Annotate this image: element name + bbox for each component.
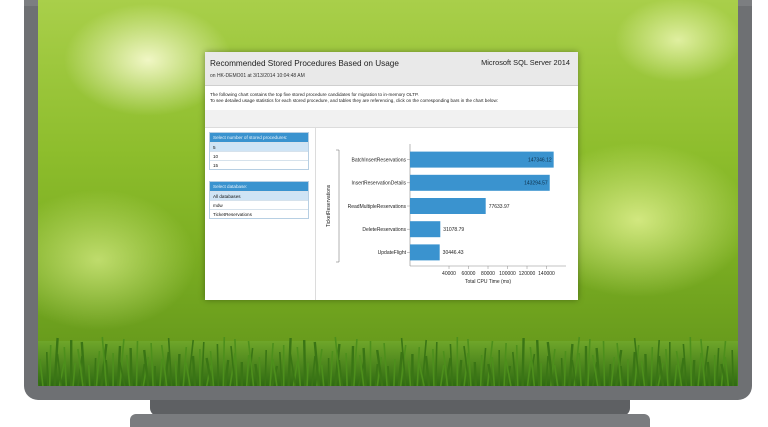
- description-line-2: To see detailed usage statistics for eac…: [210, 98, 499, 103]
- x-tick-label: 40000: [442, 271, 456, 277]
- proc-count-option-10[interactable]: 10: [210, 151, 308, 160]
- report-header: Recommended Stored Procedures Based on U…: [205, 52, 578, 86]
- bar-deletereservations[interactable]: [410, 221, 441, 238]
- proc-count-header: Select number of stored procedures:: [210, 133, 308, 142]
- bar-value-label: 147346.12: [528, 157, 552, 163]
- report-title: Recommended Stored Procedures Based on U…: [210, 59, 399, 68]
- proc-count-panel: Select number of stored procedures: 5 10…: [209, 132, 309, 170]
- proc-count-option-15[interactable]: 15: [210, 160, 308, 169]
- database-panel: Select database: All databases mdw Ticke…: [209, 181, 309, 219]
- category-label: ReadMultipleReservations: [348, 204, 407, 210]
- x-tick-label: 60000: [462, 271, 476, 277]
- divider-band: [205, 110, 578, 128]
- x-tick-label: 140000: [538, 271, 555, 277]
- cpu-time-bar-chart: TicketReservations BatchInsertReservation…: [326, 144, 566, 285]
- report-description: The following chart contains the top fiv…: [210, 92, 575, 104]
- bar-readmultiplereservations[interactable]: [410, 198, 486, 214]
- y-axis-bracket: [336, 149, 340, 263]
- grass-decoration: [38, 336, 738, 386]
- database-header: Select database:: [210, 182, 308, 191]
- y-axis-label: TicketReservations: [326, 184, 332, 227]
- database-option-all[interactable]: All databases: [210, 191, 308, 200]
- bar-value-label: 143294.57: [524, 181, 548, 187]
- database-option-ticketreservations[interactable]: TicketReservations: [210, 209, 308, 218]
- chart-area: TicketReservations BatchInsertReservation…: [315, 128, 578, 300]
- bar-updateflight[interactable]: [410, 244, 440, 261]
- x-axis-label: Total CPU Time (ms): [465, 279, 511, 285]
- bar-value-label: 31078.79: [443, 227, 464, 233]
- product-brand: Microsoft SQL Server 2014: [481, 58, 570, 67]
- x-tick-label: 80000: [481, 271, 495, 277]
- database-option-mdw[interactable]: mdw: [210, 200, 308, 209]
- bar-value-label: 77633.97: [489, 204, 510, 210]
- report-window: Recommended Stored Procedures Based on U…: [205, 52, 578, 300]
- category-label: BatchInsertReservations: [352, 157, 407, 163]
- x-tick-label: 100000: [499, 271, 516, 277]
- proc-count-option-5[interactable]: 5: [210, 142, 308, 151]
- report-subtitle: on HK-DEMO01 at 3/13/2014 10:04:48 AM: [210, 73, 305, 79]
- monitor-base: [130, 414, 650, 427]
- category-label: UpdateFlight: [378, 250, 407, 256]
- category-label: InsertReservationDetails: [352, 181, 407, 187]
- x-tick-label: 120000: [519, 271, 536, 277]
- bar-value-label: 30446.43: [443, 250, 464, 256]
- category-label: DeleteReservations: [362, 227, 406, 233]
